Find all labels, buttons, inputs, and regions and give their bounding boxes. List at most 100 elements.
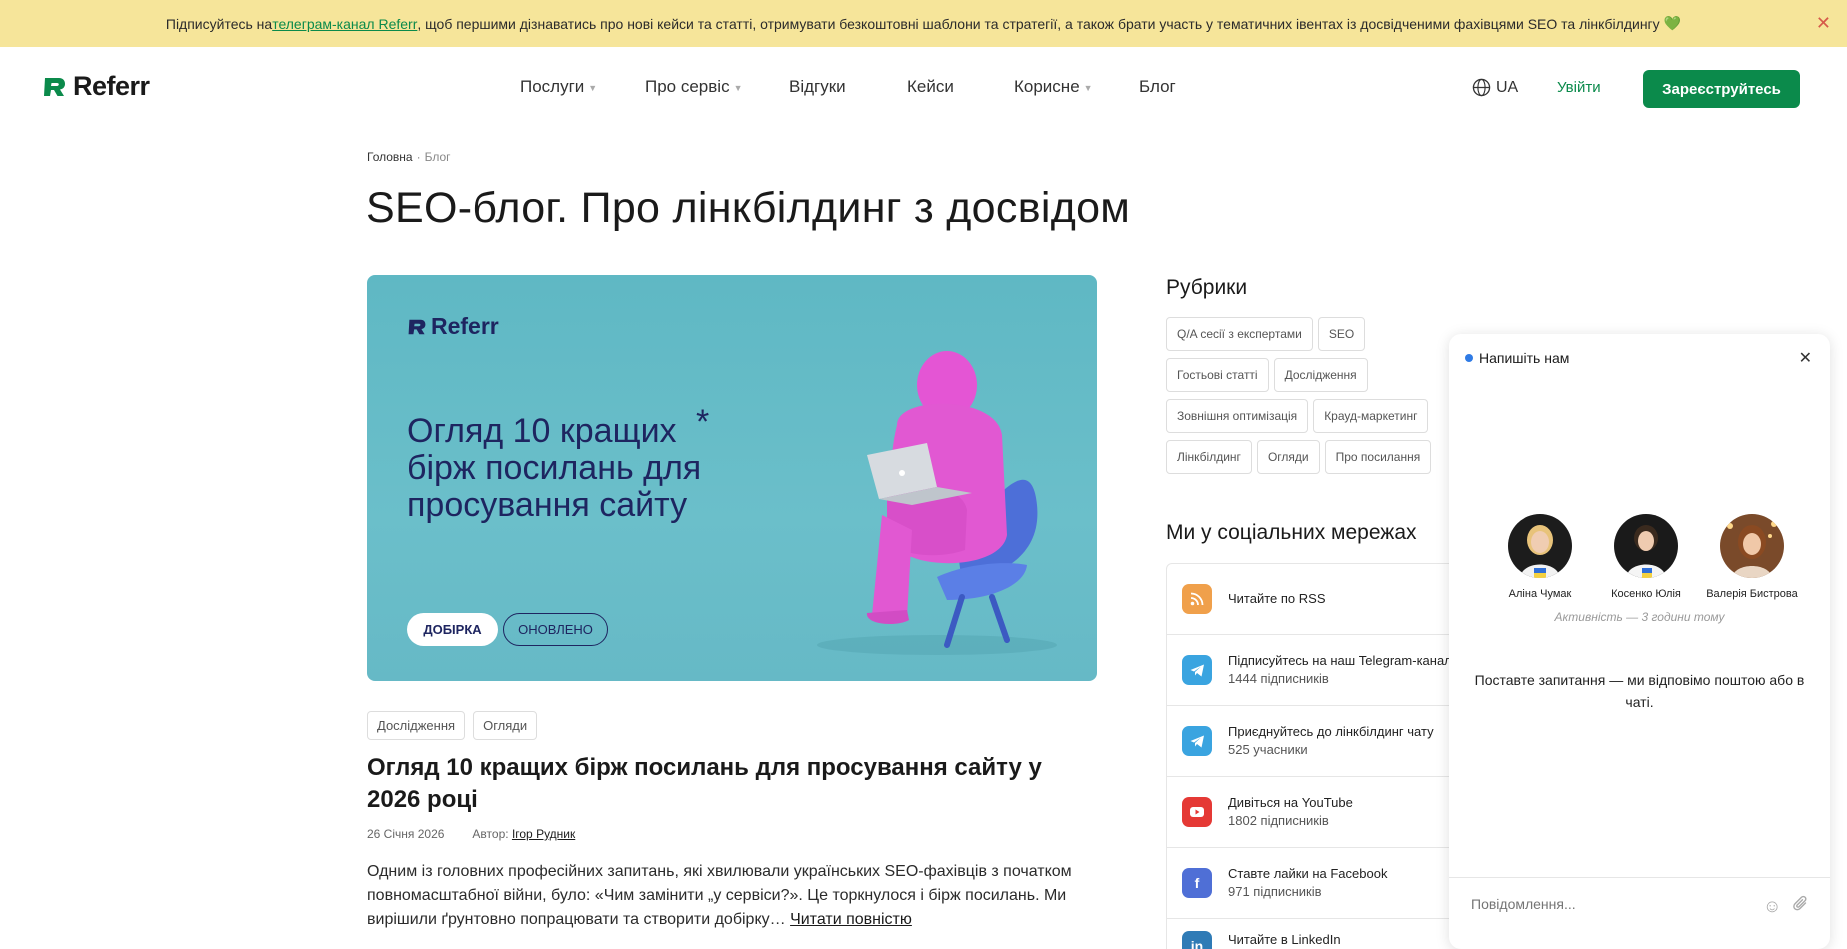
breadcrumb-home[interactable]: Головна bbox=[367, 150, 413, 164]
nav-item-cases[interactable]: Кейси bbox=[907, 77, 1014, 97]
caret-down-icon: ▼ bbox=[588, 82, 598, 93]
chat-input-area: ☺ bbox=[1449, 877, 1830, 949]
author-label: Автор: bbox=[472, 827, 509, 841]
chat-title: Напишіть нам bbox=[1479, 350, 1570, 366]
agent-name: Валерія Бистрова bbox=[1706, 588, 1798, 600]
nav-item-services[interactable]: Послуги ▼ bbox=[520, 77, 645, 97]
social-label: Читайте в LinkedIn bbox=[1228, 932, 1341, 947]
close-announcement-icon[interactable]: ✕ bbox=[1816, 13, 1831, 34]
announcement-text-after: , щоб першими дізнаватись про нові кейси… bbox=[417, 15, 1660, 32]
hero-headline: Огляд 10 кращих бірж посилань для просув… bbox=[407, 412, 702, 524]
rubrics-title: Рубрики bbox=[1166, 276, 1248, 299]
chat-agent: Валерія Бистрова bbox=[1699, 514, 1805, 600]
announcement-text-before: Підписуйтесь на bbox=[165, 15, 273, 32]
rubrics-list: Q/A сесії з експертами SEO Гостьові стат… bbox=[1166, 317, 1466, 474]
rubric-seo[interactable]: SEO bbox=[1317, 317, 1366, 351]
login-link[interactable]: Увійти bbox=[1557, 79, 1601, 96]
social-item-linkedin[interactable]: in Читайте в LinkedIn bbox=[1167, 919, 1475, 949]
agent-name: Косенко Юлія bbox=[1611, 588, 1681, 600]
language-switcher[interactable]: UA bbox=[1472, 78, 1518, 97]
rubric-reviews[interactable]: Огляди bbox=[1256, 440, 1320, 474]
breadcrumb: Головна · Блог bbox=[367, 150, 451, 164]
rubric-crowd-marketing[interactable]: Крауд-маркетинг bbox=[1313, 399, 1429, 433]
breadcrumb-separator: · bbox=[416, 150, 421, 164]
announcement-bar: Підписуйтесь на телеграм-канал Referr , … bbox=[0, 0, 1847, 47]
excerpt-text: Одним із головних професійних запитань, … bbox=[367, 863, 1072, 928]
caret-down-icon: ▼ bbox=[733, 82, 743, 93]
breadcrumb-current: Блог bbox=[424, 150, 451, 164]
youtube-icon bbox=[1182, 797, 1212, 827]
signup-button[interactable]: Зареєструйтесь bbox=[1643, 70, 1800, 108]
avatar bbox=[1614, 514, 1678, 578]
rubric-about-links[interactable]: Про посилання bbox=[1324, 440, 1432, 474]
logo[interactable]: Referr bbox=[42, 71, 150, 102]
social-item-rss[interactable]: Читайте по RSS bbox=[1167, 564, 1475, 635]
social-item-telegram-channel[interactable]: Підписуйтесь на наш Telegram-канал 1444 п… bbox=[1167, 635, 1475, 706]
language-label: UA bbox=[1496, 78, 1519, 96]
site-header: Referr Послуги ▼ Про сервіс ▼ Відгуки Кейс… bbox=[0, 47, 1847, 129]
post-tag-research[interactable]: Дослідження bbox=[367, 711, 466, 740]
agent-name: Аліна Чумак bbox=[1508, 588, 1572, 600]
chat-widget: Напишіть нам ✕ Аліна Чумак Косенко Юлія bbox=[1449, 334, 1830, 949]
hero-asterisk: * bbox=[696, 403, 710, 441]
hero-logo-text: Referr bbox=[431, 313, 499, 339]
furry-character-illustration bbox=[817, 351, 1057, 655]
social-count: 971 підписників bbox=[1228, 884, 1322, 899]
referr-logo-icon bbox=[408, 319, 426, 334]
chat-activity-status: Активність — 3 години тому bbox=[1554, 610, 1725, 624]
nav-label: Корисне bbox=[1014, 77, 1080, 96]
read-more-link[interactable]: Читати повністю bbox=[790, 911, 912, 928]
globe-icon bbox=[1472, 78, 1491, 97]
rubric-qa-sessions[interactable]: Q/A сесії з експертами bbox=[1166, 317, 1313, 351]
social-label: Читайте по RSS bbox=[1228, 591, 1326, 606]
rss-icon bbox=[1182, 584, 1212, 614]
nav-label: Відгуки bbox=[789, 77, 846, 96]
rubric-external-optimization[interactable]: Зовнішня оптимізація bbox=[1166, 399, 1309, 433]
nav-item-reviews[interactable]: Відгуки bbox=[789, 77, 907, 97]
emoji-icon[interactable]: ☺ bbox=[1763, 896, 1781, 917]
caret-down-icon: ▼ bbox=[1083, 82, 1093, 93]
nav-item-about[interactable]: Про сервіс ▼ bbox=[645, 77, 789, 97]
linkedin-icon: in bbox=[1182, 931, 1212, 949]
social-item-youtube[interactable]: Дивіться на YouTube 1802 підписників bbox=[1167, 777, 1475, 848]
telegram-icon bbox=[1182, 726, 1212, 756]
post-date: 26 Січня 2026 bbox=[367, 827, 445, 841]
featured-post-image[interactable]: Referr Огляд 10 кращих бірж посилань для… bbox=[367, 275, 1097, 681]
social-item-telegram-chat[interactable]: Приєднуйтесь до лінкбілдинг чату 525 учас… bbox=[1167, 706, 1475, 777]
nav-label: Кейси bbox=[907, 77, 954, 96]
author-link[interactable]: Ігор Рудник bbox=[512, 827, 575, 841]
hero-logo: Referr bbox=[407, 313, 499, 340]
referr-logo-icon bbox=[44, 77, 65, 96]
chat-message-input[interactable] bbox=[1471, 896, 1731, 912]
social-label: Дивіться на YouTube bbox=[1228, 795, 1353, 810]
chat-agent: Косенко Юлія bbox=[1593, 514, 1699, 600]
chat-intro-message: Поставте запитання — ми відповімо поштою… bbox=[1474, 672, 1805, 710]
rubric-linkbuilding[interactable]: Лінкбілдинг bbox=[1166, 440, 1252, 474]
rubric-research[interactable]: Дослідження bbox=[1273, 358, 1368, 392]
chat-agents: Аліна Чумак Косенко Юлія Валерія Бистров… bbox=[1487, 514, 1805, 600]
chat-close-icon[interactable]: ✕ bbox=[1799, 348, 1812, 368]
telegram-icon bbox=[1182, 655, 1212, 685]
social-count: 1802 підписників bbox=[1228, 813, 1329, 828]
badge-selection: ДОБІРКА bbox=[407, 613, 498, 646]
nav-item-useful[interactable]: Корисне ▼ bbox=[1014, 77, 1139, 97]
nav-label: Про сервіс bbox=[645, 77, 730, 96]
online-status-dot bbox=[1465, 354, 1473, 362]
post-tags: Дослідження Огляди bbox=[367, 711, 538, 740]
nav-label: Блог bbox=[1139, 77, 1176, 96]
attachment-icon[interactable] bbox=[1792, 895, 1810, 913]
avatar bbox=[1720, 514, 1784, 578]
nav-item-blog[interactable]: Блог bbox=[1139, 77, 1199, 97]
social-item-facebook[interactable]: f Ставте лайки на Facebook 971 підписникі… bbox=[1167, 848, 1475, 919]
facebook-icon: f bbox=[1182, 868, 1212, 898]
post-tag-reviews[interactable]: Огляди bbox=[473, 711, 538, 740]
rubric-guest-posts[interactable]: Гостьові статті bbox=[1166, 358, 1269, 392]
post-title-link[interactable]: Огляд 10 кращих бірж посилань для просув… bbox=[367, 752, 1097, 816]
badge-updated: ОНОВЛЕНО bbox=[503, 613, 608, 646]
page-title: SEO-блог. Про лінкбілдинг з досвідом bbox=[366, 184, 1131, 232]
telegram-channel-link[interactable]: телеграм-канал Referr bbox=[272, 16, 417, 32]
social-label: Ставте лайки на Facebook bbox=[1228, 866, 1388, 881]
main-nav: Послуги ▼ Про сервіс ▼ Відгуки Кейси Корис… bbox=[520, 77, 1199, 97]
chat-header: Напишіть нам bbox=[1465, 350, 1569, 366]
social-count: 525 учасники bbox=[1228, 742, 1308, 757]
